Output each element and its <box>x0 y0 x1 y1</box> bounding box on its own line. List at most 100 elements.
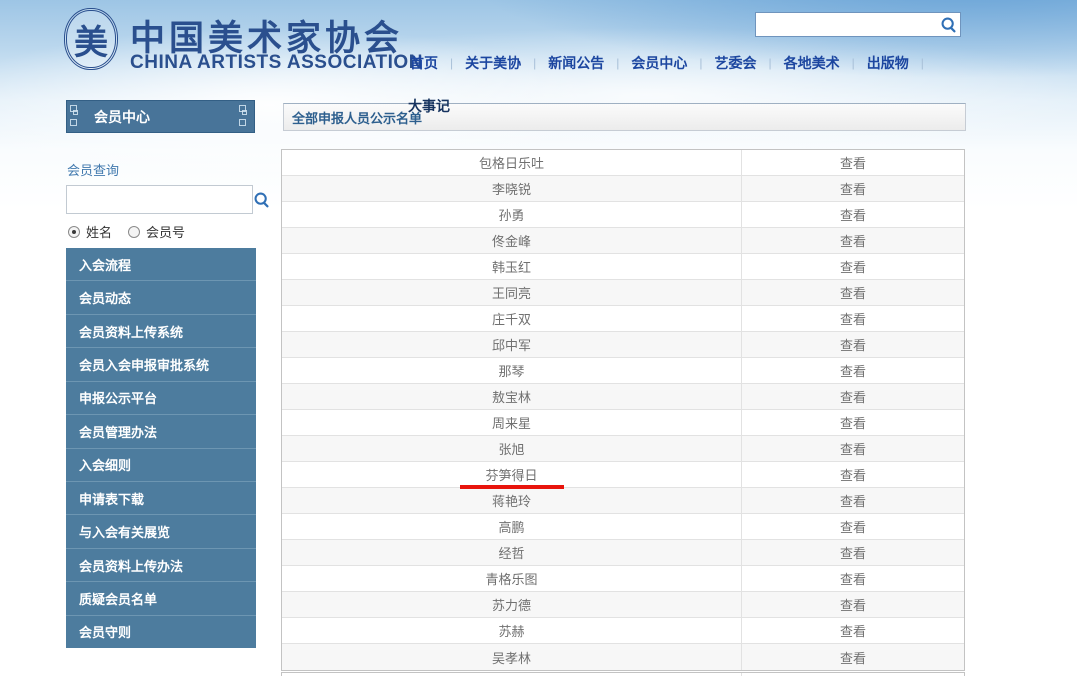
nav-item-6[interactable]: 出版物 <box>867 53 909 73</box>
table-row: 蒋艳玲 查看 <box>282 488 964 514</box>
applicant-name-cell: 佟金峰 <box>282 228 741 253</box>
table-row: 芬笋得日 查看 <box>282 462 964 489</box>
sidebar-item-1[interactable]: 会员动态 <box>66 281 256 315</box>
table-row: 邱中军 查看 <box>282 332 964 358</box>
action-cell: 查看 <box>741 332 964 357</box>
view-link[interactable]: 查看 <box>840 361 866 380</box>
applicant-name-cell: 经哲 <box>282 540 741 565</box>
member-search-icon[interactable] <box>253 191 270 208</box>
view-link[interactable]: 查看 <box>840 153 866 172</box>
sidebar-item-5[interactable]: 会员管理办法 <box>66 415 256 449</box>
sidebar-item-9[interactable]: 会员资料上传办法 <box>66 549 256 583</box>
applicant-name: 敖宝林 <box>491 390 531 405</box>
view-link[interactable]: 查看 <box>840 543 866 562</box>
applicant-name: 苏力德 <box>491 598 531 613</box>
sidebar-item-11[interactable]: 会员守则 <box>66 616 256 648</box>
applicant-name: 周来星 <box>491 416 531 431</box>
applicant-name: 佟金峰 <box>491 234 531 249</box>
sidebar-item-0[interactable]: 入会流程 <box>66 248 256 282</box>
header-search-input[interactable] <box>756 14 940 35</box>
view-link[interactable]: 查看 <box>840 309 866 328</box>
action-cell: 查看 <box>741 540 964 565</box>
applicant-name: 王同亮 <box>491 286 531 301</box>
applicant-name: 经哲 <box>498 546 525 561</box>
view-link[interactable]: 查看 <box>840 648 866 667</box>
table-row: 经哲 查看 <box>282 540 964 566</box>
association-seal-logo: 美 <box>64 8 118 70</box>
radio-label-0[interactable]: 姓名 <box>86 222 112 241</box>
action-cell: 查看 <box>741 176 964 201</box>
view-link[interactable]: 查看 <box>840 439 866 458</box>
applicant-name-cell: 吴孝林 <box>282 644 741 670</box>
view-link[interactable]: 查看 <box>840 179 866 198</box>
view-link[interactable]: 查看 <box>840 413 866 432</box>
nav-item-3[interactable]: 会员中心 <box>631 53 687 73</box>
applicant-name-cell: 王同亮 <box>282 280 741 305</box>
table-row: 那琴 查看 <box>282 358 964 384</box>
ornament-left <box>70 105 82 129</box>
applicant-name-cell: 邱中军 <box>282 332 741 357</box>
sidebar-menu: 入会流程 会员动态 会员资料上传系统 会员入会申报审批系统 申报公示平台 会员管理办法 入会… <box>66 248 256 648</box>
nav-item-4[interactable]: 艺委会 <box>715 53 757 73</box>
action-cell: 查看 <box>741 618 964 643</box>
table-row: 苏赫 查看 <box>282 618 964 644</box>
radio-1[interactable] <box>128 225 141 238</box>
table-row: 庄千双 查看 <box>282 306 964 332</box>
applicant-name-cell: 蒋艳玲 <box>282 488 741 513</box>
nav-item-0[interactable]: 首页 <box>410 53 438 73</box>
table-row: 张旭 查看 <box>282 436 964 462</box>
nav-item-5[interactable]: 各地美术 <box>784 53 840 73</box>
action-cell: 查看 <box>741 384 964 409</box>
action-cell: 查看 <box>741 358 964 383</box>
applicant-name-cell: 芬笋得日 <box>282 462 741 489</box>
nav-item-2[interactable]: 新闻公告 <box>548 53 604 73</box>
view-link[interactable]: 查看 <box>840 387 866 406</box>
applicant-name: 蒋艳玲 <box>491 494 531 509</box>
applicant-name: 芬笋得日 <box>485 468 538 483</box>
applicant-name-cell: 李晓锐 <box>282 176 741 201</box>
sidebar-item-7[interactable]: 申请表下载 <box>66 482 256 516</box>
page: 美 中国美术家协会 CHINA ARTISTS ASSOCIATION 首页 | 关… <box>0 0 1077 676</box>
nav-separator: | <box>699 56 703 70</box>
sidebar-item-3[interactable]: 会员入会申报审批系统 <box>66 348 256 382</box>
action-cell: 查看 <box>741 488 964 513</box>
seal-glyph: 美 <box>74 23 108 62</box>
table-row: 李晓锐 查看 <box>282 176 964 202</box>
nav-separator: | <box>450 56 454 70</box>
member-query-input[interactable] <box>67 188 253 211</box>
header-search-box[interactable] <box>755 12 961 37</box>
view-link[interactable]: 查看 <box>840 569 866 588</box>
search-icon[interactable] <box>940 16 957 33</box>
view-link[interactable]: 查看 <box>840 595 866 614</box>
nav-separator: | <box>851 56 855 70</box>
sidebar-item-4[interactable]: 申报公示平台 <box>66 382 256 416</box>
view-link[interactable]: 查看 <box>840 465 866 484</box>
view-link[interactable]: 查看 <box>840 231 866 250</box>
view-link[interactable]: 查看 <box>840 491 866 510</box>
action-cell: 查看 <box>741 254 964 279</box>
radio-selected-0[interactable] <box>68 225 80 238</box>
table-row: 王同亮 查看 <box>282 280 964 306</box>
applicant-name: 包格日乐吐 <box>478 156 544 171</box>
sidebar-item-2[interactable]: 会员资料上传系统 <box>66 315 256 349</box>
sidebar-item-10[interactable]: 质疑会员名单 <box>66 582 256 616</box>
view-link[interactable]: 查看 <box>840 335 866 354</box>
main-navigation: 首页 | 关于美协 | 新闻公告 | 会员中心 | 艺委会 | 各地美术 | 出版物 | <box>404 51 930 75</box>
sidebar-header-member-center: 会员中心 <box>66 100 255 133</box>
sidebar-item-6[interactable]: 入会细则 <box>66 449 256 482</box>
radio-label-1[interactable]: 会员号 <box>146 222 185 241</box>
table-row: 孙勇 查看 <box>282 202 964 228</box>
next-table-fragment <box>281 672 965 676</box>
view-link[interactable]: 查看 <box>840 205 866 224</box>
view-link[interactable]: 查看 <box>840 517 866 536</box>
floating-menu-text[interactable]: 大事记 <box>408 96 450 116</box>
view-link[interactable]: 查看 <box>840 283 866 302</box>
nav-item-1[interactable]: 关于美协 <box>465 53 521 73</box>
applicant-name-cell: 庄千双 <box>282 306 741 331</box>
view-link[interactable]: 查看 <box>840 621 866 640</box>
table-row: 青格乐图 查看 <box>282 566 964 592</box>
member-query-box[interactable] <box>66 185 269 214</box>
applicant-name: 庄千双 <box>491 312 531 327</box>
view-link[interactable]: 查看 <box>840 257 866 276</box>
sidebar-item-8[interactable]: 与入会有关展览 <box>66 515 256 549</box>
